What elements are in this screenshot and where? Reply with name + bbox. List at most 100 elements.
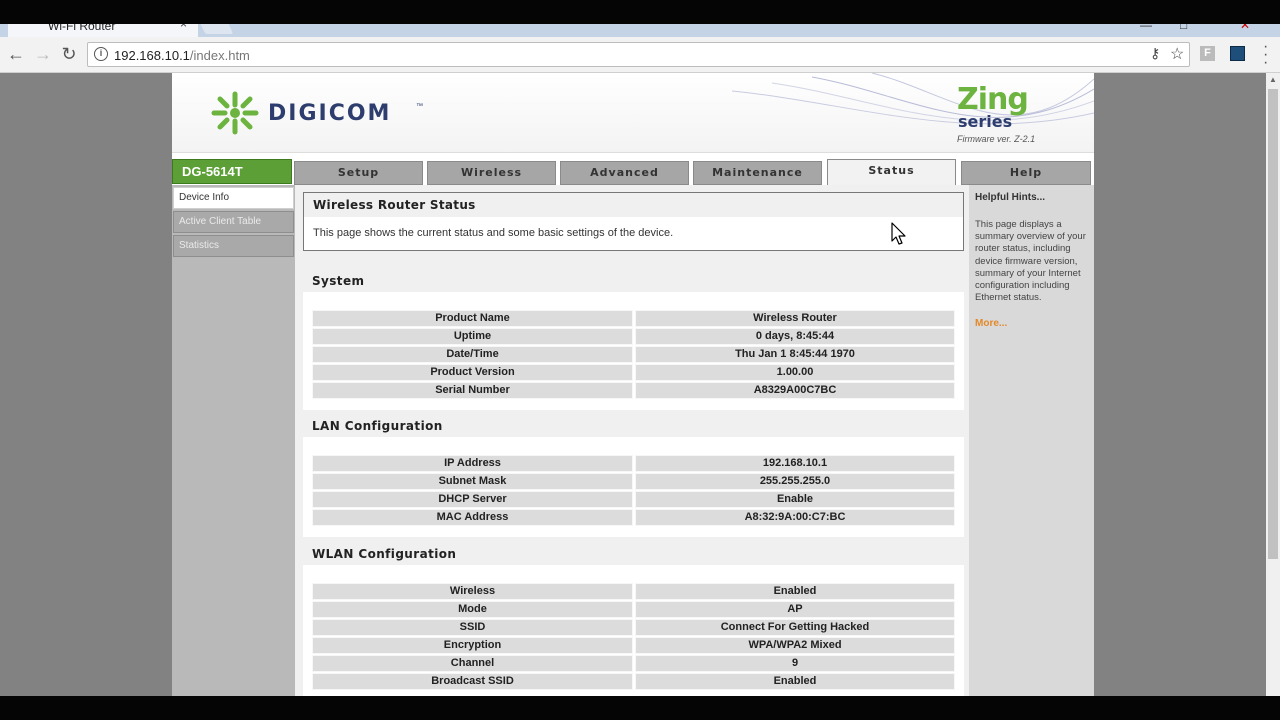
scroll-thumb[interactable] [1268, 89, 1278, 559]
address-url: 192.168.10.1/index.htm [114, 48, 250, 63]
tab-wireless[interactable]: Wireless [427, 161, 556, 185]
row-key: Uptime [312, 328, 633, 345]
menu-active-client-table[interactable]: Active Client Table [173, 211, 294, 233]
status-box-title: Wireless Router Status [304, 193, 963, 217]
tab-close-icon[interactable]: × [180, 24, 187, 31]
row-value: 9 [635, 655, 955, 672]
main-content: Wireless Router Status This page shows t… [295, 185, 969, 696]
row-key: MAC Address [312, 509, 633, 526]
menu-statistics[interactable]: Statistics [173, 235, 294, 257]
firmware-version: Firmware ver. Z-2.1 [957, 134, 1036, 144]
row-value: Enabled [635, 583, 955, 600]
row-value: Enabled [635, 673, 955, 690]
table-row: Serial Number A8329A00C7BC [312, 382, 955, 400]
key-icon[interactable]: ⚷ [1150, 45, 1160, 62]
menu-device-info[interactable]: Device Info [173, 187, 294, 209]
tab-advanced[interactable]: Advanced [560, 161, 689, 185]
scroll-up-arrow-icon[interactable]: ▲ [1269, 75, 1277, 84]
hints-body: This page displays a summary overview of… [975, 219, 1086, 304]
page-viewport: DIGICOM ™ Zing series Firmware ver. Z-2.… [0, 73, 1266, 696]
table-row: Encryption WPA/WPA2 Mixed [312, 637, 955, 655]
row-value: 192.168.10.1 [635, 455, 955, 472]
tab-help[interactable]: Help [961, 161, 1091, 185]
table-row: Subnet Mask 255.255.255.0 [312, 473, 955, 491]
row-value: Connect For Getting Hacked [635, 619, 955, 636]
browser-toolbar: ← → ↻ i 192.168.10.1/index.htm ⚷ ☆ F · · · [0, 37, 1280, 73]
table-row: MAC Address A8:32:9A:00:C7:BC [312, 509, 955, 527]
tab-maintenance[interactable]: Maintenance [693, 161, 822, 185]
table-row: Date/Time Thu Jan 1 8:45:44 1970 [312, 346, 955, 364]
row-value: Wireless Router [635, 310, 955, 327]
router-header: DIGICOM ™ Zing series Firmware ver. Z-2.… [172, 73, 1094, 153]
maximize-icon[interactable]: □ [1180, 24, 1187, 32]
status-box: Wireless Router Status This page shows t… [303, 192, 964, 251]
reload-icon[interactable]: ↻ [58, 43, 80, 65]
row-key: DHCP Server [312, 491, 633, 508]
row-key: Wireless [312, 583, 633, 600]
row-key: Mode [312, 601, 633, 618]
forward-arrow-icon[interactable]: → [32, 43, 54, 65]
table-row: SSID Connect For Getting Hacked [312, 619, 955, 637]
row-value: 1.00.00 [635, 364, 955, 381]
row-key: SSID [312, 619, 633, 636]
row-key: Subnet Mask [312, 473, 633, 490]
table-row: Product Name Wireless Router [312, 310, 955, 328]
row-value: Enable [635, 491, 955, 508]
row-key: IP Address [312, 455, 633, 472]
table-row: Product Version 1.00.00 [312, 364, 955, 382]
section-title-system: System [312, 274, 365, 288]
system-panel: Product Name Wireless Router Uptime 0 days… [303, 292, 964, 410]
minimize-icon[interactable]: — [1140, 24, 1152, 32]
bookmark-star-icon[interactable]: ☆ [1170, 44, 1184, 64]
video-letterbox-top [0, 0, 1280, 24]
hints-title: Helpful Hints... [975, 192, 1045, 203]
tab-status[interactable]: Status [827, 159, 956, 186]
window-close-icon[interactable]: ✕ [1240, 24, 1250, 32]
page-scrollbar[interactable]: ▲ [1266, 73, 1280, 696]
table-row: Wireless Enabled [312, 583, 955, 601]
table-row: IP Address 192.168.10.1 [312, 455, 955, 473]
table-row: Uptime 0 days, 8:45:44 [312, 328, 955, 346]
browser-menu-icon[interactable]: · · · [1263, 39, 1268, 71]
wlan-panel: Wireless Enabled Mode AP SSID Connect For G… [303, 565, 964, 696]
header-swoosh-graphic [732, 73, 1094, 125]
table-row: Broadcast SSID Enabled [312, 673, 955, 691]
mouse-cursor-icon [891, 222, 906, 245]
tab-title: Wi-Fi Router [48, 24, 116, 33]
table-row: Mode AP [312, 601, 955, 619]
section-title-wlan: WLAN Configuration [312, 547, 457, 561]
row-value: 255.255.255.0 [635, 473, 955, 490]
model-badge: DG-5614T [172, 159, 292, 184]
table-row: Channel 9 [312, 655, 955, 673]
section-title-lan: LAN Configuration [312, 419, 443, 433]
row-value: 0 days, 8:45:44 [635, 328, 955, 345]
row-value: A8329A00C7BC [635, 382, 955, 399]
row-value: A8:32:9A:00:C7:BC [635, 509, 955, 526]
helpful-hints-panel: Helpful Hints... This page displays a su… [969, 185, 1094, 696]
row-value: AP [635, 601, 955, 618]
row-key: Encryption [312, 637, 633, 654]
extension-icon[interactable] [1230, 46, 1245, 61]
digicom-logo-icon [211, 91, 259, 135]
row-key: Date/Time [312, 346, 633, 363]
row-key: Product Version [312, 364, 633, 381]
back-arrow-icon[interactable]: ← [5, 43, 27, 65]
extension-f-icon[interactable]: F [1200, 46, 1215, 61]
brand-trademark: ™ [416, 103, 423, 110]
tab-setup[interactable]: Setup [294, 161, 423, 185]
brand-name: DIGICOM [268, 101, 392, 126]
address-bar[interactable]: i 192.168.10.1/index.htm ⚷ ☆ [87, 42, 1190, 67]
hints-more-link[interactable]: More... [975, 318, 1090, 329]
left-menu: Device Info Active Client Table Statisti… [172, 185, 295, 696]
url-host: 192.168.10.1 [114, 48, 190, 63]
row-value: Thu Jan 1 8:45:44 1970 [635, 346, 955, 363]
site-info-icon[interactable]: i [94, 47, 108, 61]
new-tab-button[interactable] [198, 24, 234, 34]
url-path: /index.htm [189, 48, 250, 63]
browser-tab-strip: Wi-Fi Router × — □ ✕ [0, 24, 1280, 37]
row-value: WPA/WPA2 Mixed [635, 637, 955, 654]
status-box-description: This page shows the current status and s… [313, 227, 674, 239]
video-letterbox-bottom [0, 696, 1280, 720]
series-logo: series [958, 112, 1013, 131]
browser-tab[interactable]: Wi-Fi Router × [8, 24, 198, 37]
